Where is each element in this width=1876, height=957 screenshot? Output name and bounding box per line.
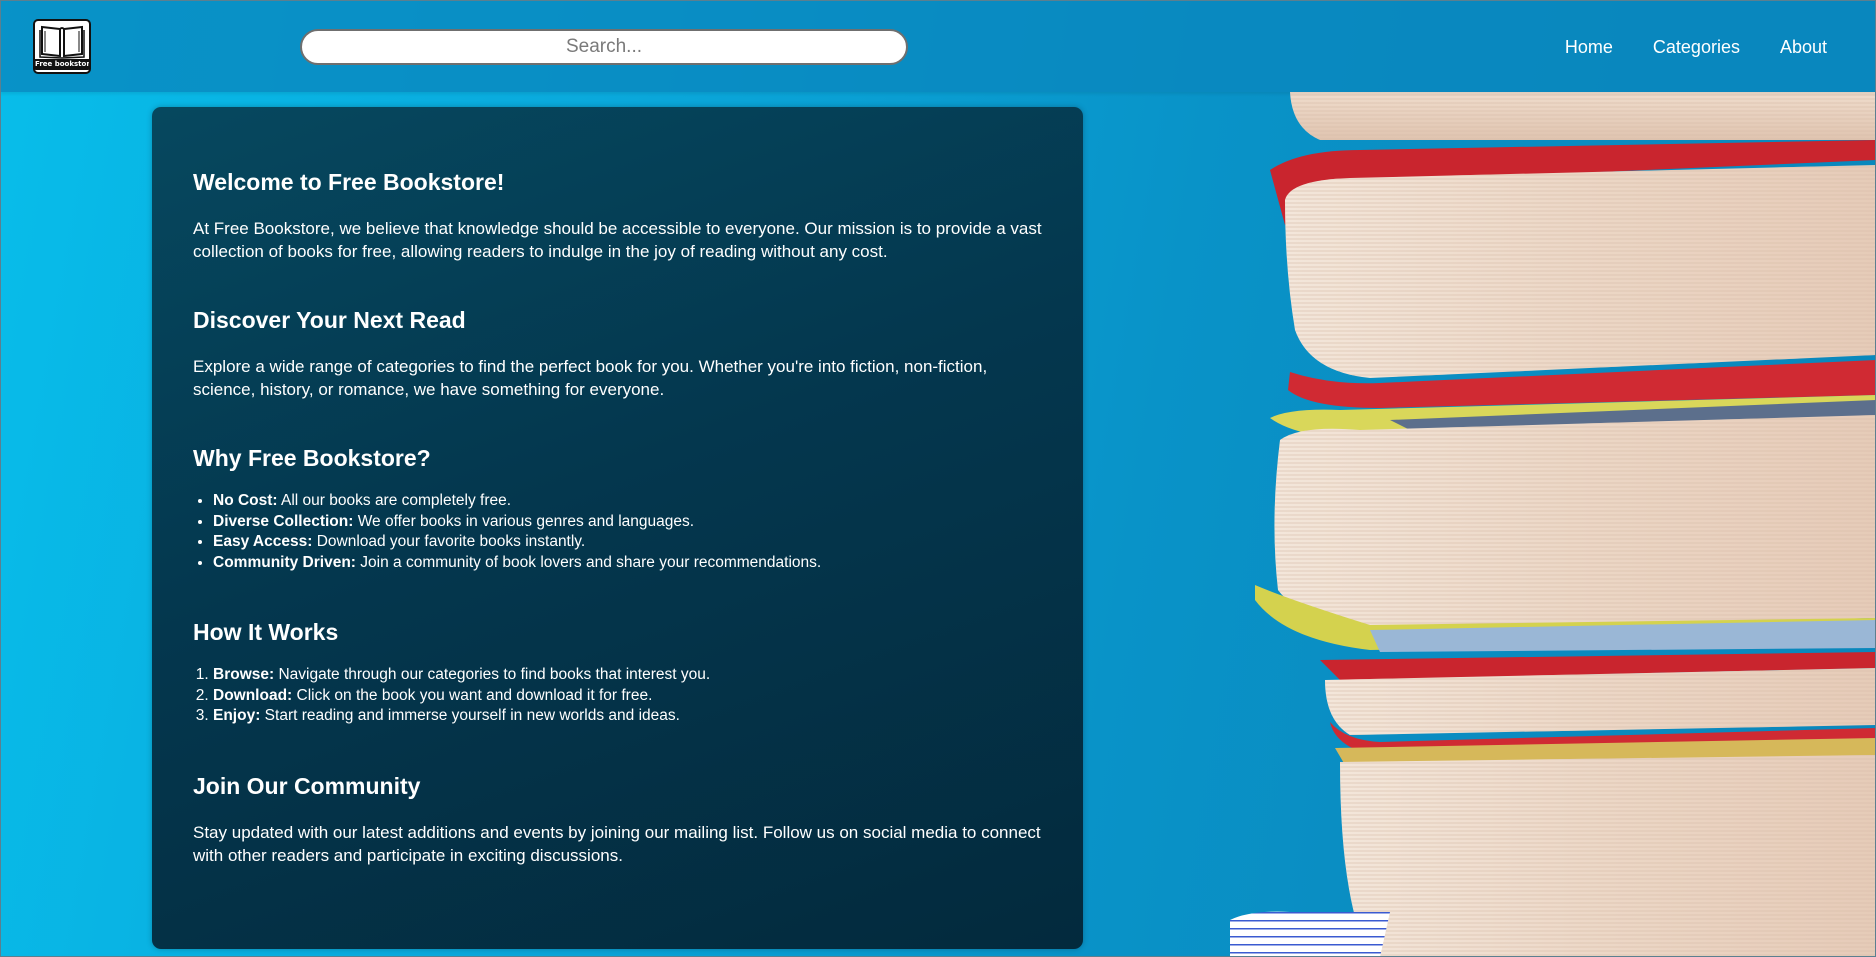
search-input[interactable] [300,29,908,65]
logo[interactable]: Free bookstore [33,19,91,74]
main-nav: Home Categories About [1565,35,1827,59]
content-panel: Welcome to Free Bookstore! At Free Books… [152,107,1083,949]
list-item: Browse: Navigate through our categories … [213,665,710,686]
list-item: Diverse Collection: We offer books in va… [213,512,821,533]
list-item: Download: Click on the book you want and… [213,686,710,707]
discover-heading: Discover Your Next Read [193,307,466,333]
discover-text: Explore a wide range of categories to fi… [193,357,988,399]
book-logo-icon [39,25,85,59]
nav-home-link[interactable]: Home [1565,35,1613,59]
why-list: No Cost: All our books are completely fr… [193,491,821,574]
logo-text: Free bookstore [35,59,91,70]
list-item: No Cost: All our books are completely fr… [213,491,821,512]
community-text: Stay updated with our latest additions a… [193,823,1041,865]
community-heading: Join Our Community [193,773,421,799]
why-heading: Why Free Bookstore? [193,445,431,471]
welcome-heading: Welcome to Free Bookstore! [193,169,505,195]
nav-categories-link[interactable]: Categories [1653,35,1740,59]
list-item: Community Driven: Join a community of bo… [213,553,821,574]
list-item: Enjoy: Start reading and immerse yoursel… [213,706,710,727]
list-item: Easy Access: Download your favorite book… [213,532,821,553]
top-header: Free bookstore Home Categories About [0,0,1876,92]
book-stack-image [1230,0,1876,957]
how-heading: How It Works [193,619,339,645]
how-list: Browse: Navigate through our categories … [193,665,710,727]
nav-about-link[interactable]: About [1780,35,1827,59]
welcome-text: At Free Bookstore, we believe that knowl… [193,219,1042,261]
